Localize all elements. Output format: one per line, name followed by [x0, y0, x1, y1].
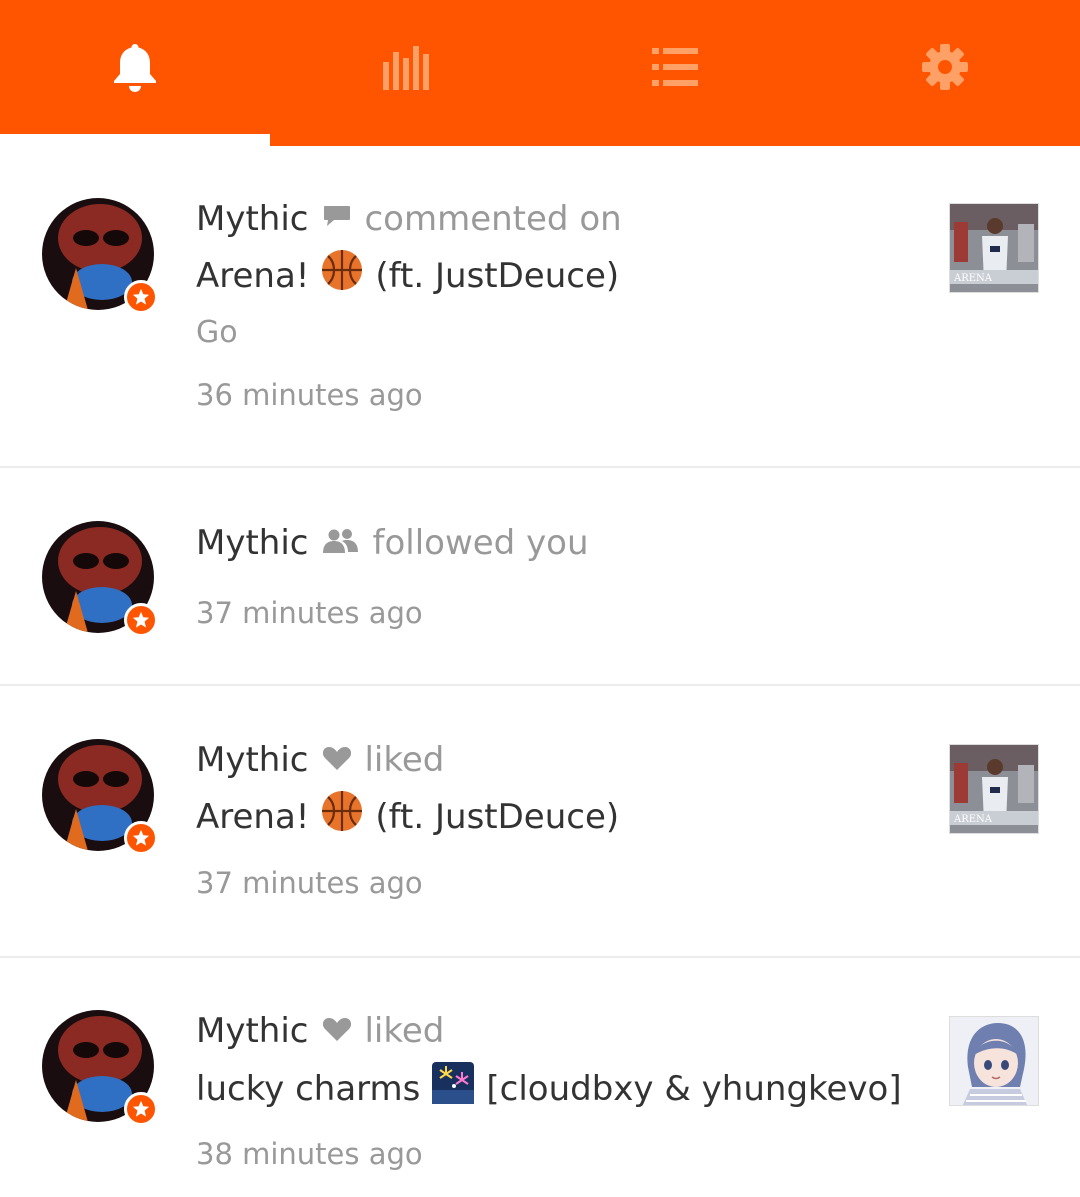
star-icon: [132, 611, 150, 628]
active-tab-indicator: [0, 134, 270, 146]
track-artwork[interactable]: [949, 1016, 1039, 1106]
stats-icon: [383, 46, 429, 90]
notification-item[interactable]: Mythic liked lucky charms [cloudbxy & yh…: [0, 958, 1080, 1197]
basketball-icon: [321, 790, 363, 843]
tab-stats[interactable]: [270, 0, 540, 134]
track-title-text: Arena!: [196, 796, 310, 837]
top-nav-bar: [0, 0, 1080, 146]
track-title-suffix: [cloudbxy & yhungkevo]: [486, 1068, 902, 1109]
timestamp: 37 minutes ago: [196, 596, 423, 630]
svg-text:ARENA: ARENA: [953, 814, 993, 825]
comment-text: Go: [196, 315, 238, 350]
pro-badge: [124, 603, 158, 637]
list-icon: [652, 48, 698, 86]
tab-settings[interactable]: [810, 0, 1080, 134]
star-icon: [132, 829, 150, 846]
track-title-suffix: (ft. JustDeuce): [375, 796, 620, 837]
svg-text:ARENA: ARENA: [953, 273, 993, 284]
pro-badge: [124, 821, 158, 855]
avatar[interactable]: [42, 739, 158, 855]
username[interactable]: Mythic: [196, 521, 308, 565]
track-title-suffix: (ft. JustDeuce): [375, 255, 620, 296]
avatar[interactable]: [42, 1010, 158, 1126]
notification-item[interactable]: Mythic followed you 37 minutes ago: [0, 468, 1080, 686]
notification-header: Mythic liked: [196, 1009, 444, 1053]
gear-icon: [922, 44, 968, 90]
username[interactable]: Mythic: [196, 1009, 308, 1053]
fireworks-icon: [432, 1062, 475, 1115]
track-title-text: Arena!: [196, 255, 310, 296]
notification-header: Mythic followed you: [196, 521, 589, 565]
track-title[interactable]: Arena! (ft. JustDeuce): [196, 249, 619, 302]
action-text: liked: [364, 740, 445, 780]
heart-icon: [322, 738, 352, 782]
star-icon: [132, 288, 150, 305]
timestamp: 36 minutes ago: [196, 378, 423, 412]
tab-list[interactable]: [540, 0, 810, 134]
action-text: liked: [364, 1011, 445, 1051]
username[interactable]: Mythic: [196, 197, 308, 241]
username[interactable]: Mythic: [196, 738, 308, 782]
followers-icon: [322, 521, 360, 565]
bell-icon: [114, 44, 156, 92]
timestamp: 38 minutes ago: [196, 1137, 423, 1171]
star-icon: [132, 1100, 150, 1117]
pro-badge: [124, 1092, 158, 1126]
pro-badge: [124, 280, 158, 314]
track-artwork[interactable]: ARENA: [949, 203, 1039, 293]
track-title[interactable]: lucky charms [cloudbxy & yhungkevo]: [196, 1062, 902, 1115]
heart-icon: [322, 1009, 352, 1053]
basketball-icon: [321, 249, 363, 302]
track-artwork[interactable]: ARENA: [949, 744, 1039, 834]
action-text: commented on: [364, 199, 622, 239]
timestamp: 37 minutes ago: [196, 866, 423, 900]
notification-header: Mythic commented on: [196, 197, 622, 241]
avatar[interactable]: [42, 198, 158, 314]
comment-icon: [322, 197, 352, 241]
notification-header: Mythic liked: [196, 738, 444, 782]
action-text: followed you: [372, 523, 589, 563]
notification-item[interactable]: Mythic liked Arena! (ft. JustDeuce) 37 m…: [0, 686, 1080, 958]
track-title[interactable]: Arena! (ft. JustDeuce): [196, 790, 619, 843]
tab-notifications[interactable]: [0, 0, 270, 134]
avatar[interactable]: [42, 521, 158, 637]
track-title-text: lucky charms: [196, 1068, 421, 1109]
notification-item[interactable]: Mythic commented on Arena! (ft. JustDeuc…: [0, 146, 1080, 468]
